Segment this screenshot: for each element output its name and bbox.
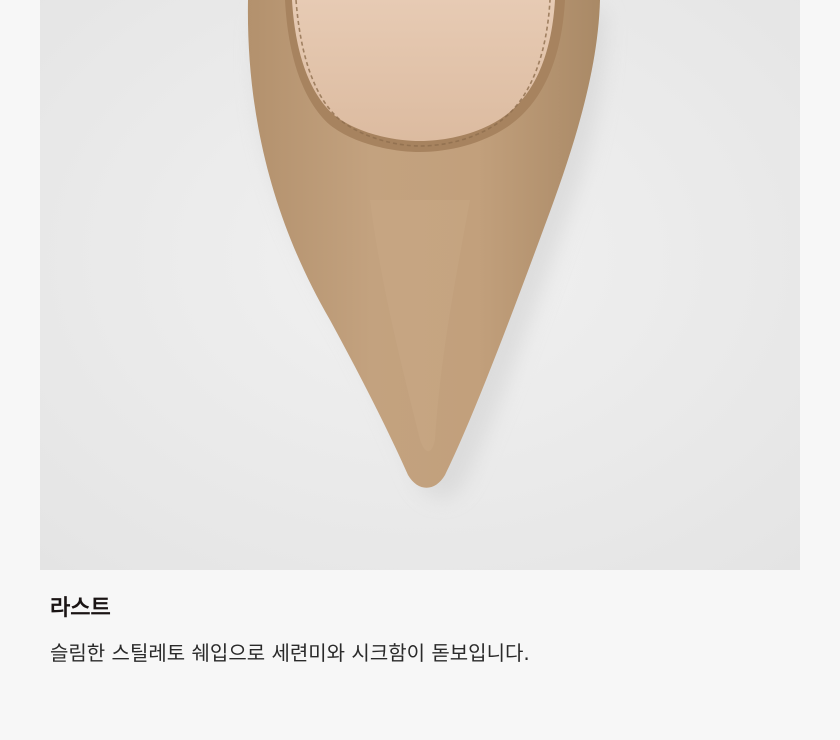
product-photo — [40, 0, 800, 570]
feature-title: 라스트 — [50, 596, 111, 621]
product-detail-section: 라스트 슬림한 스틸레토 쉐입으로 세련미와 시크함이 돋보입니다. — [0, 0, 840, 740]
shoe-toe-icon — [40, 0, 800, 570]
feature-description: 슬림한 스틸레토 쉐입으로 세련미와 시크함이 돋보입니다. — [50, 641, 530, 665]
